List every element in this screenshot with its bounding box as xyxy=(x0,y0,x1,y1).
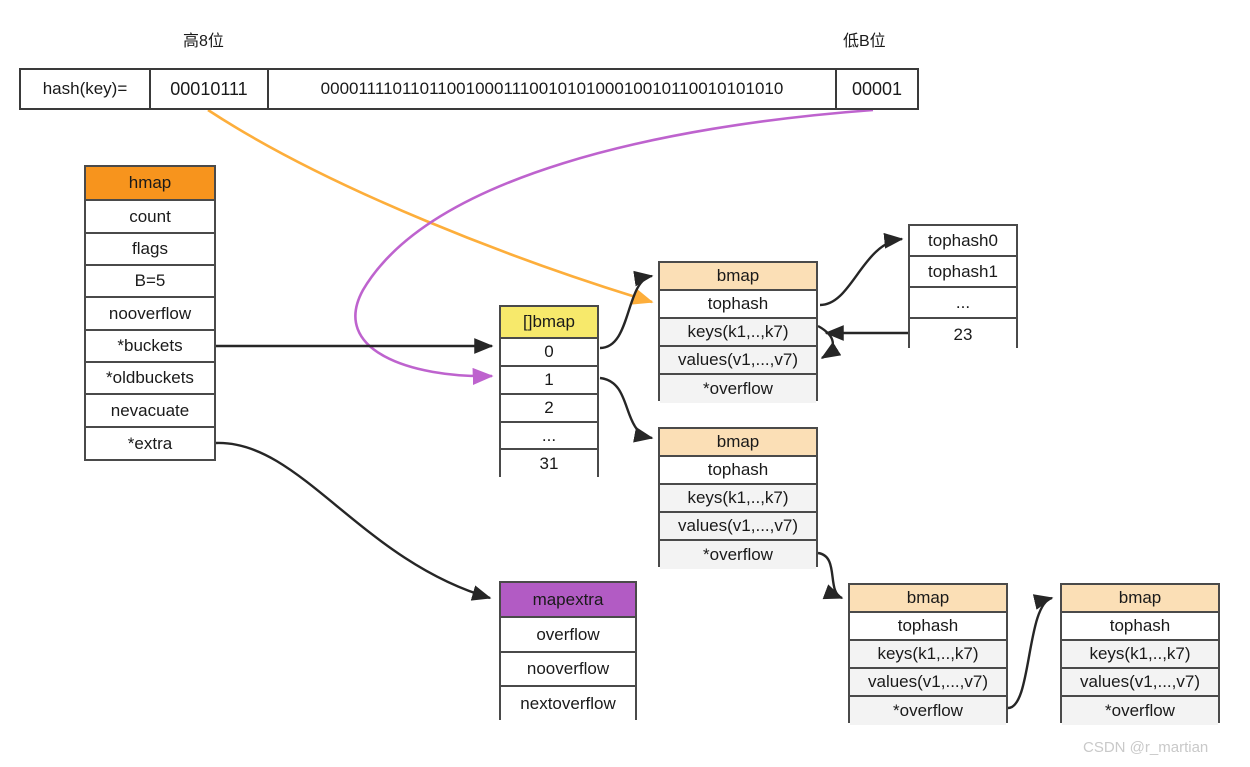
bmap4-field-tophash: tophash xyxy=(1062,613,1218,641)
bmap4-field-values: values(v1,...,v7) xyxy=(1062,669,1218,697)
label-low-b-bits: 低B位 xyxy=(843,33,886,50)
edge-high8-to-tophash xyxy=(207,108,654,305)
bmap1-field-tophash: tophash xyxy=(660,291,816,319)
bmap3-field-overflow: *overflow xyxy=(850,697,1006,725)
bmap4-field-overflow: *overflow xyxy=(1062,697,1218,725)
label-high-8-bits: 高8位 xyxy=(183,33,224,50)
mapextra-field-nextoverflow: nextoverflow xyxy=(501,687,635,720)
bmap4-field-keys: keys(k1,..,k7) xyxy=(1062,641,1218,669)
edge-bmap2-overflow-to-bmap3 xyxy=(817,551,844,600)
mapextra-struct: mapextra overflow nooverflow nextoverflo… xyxy=(499,581,637,720)
bmap-array-entry-2: 2 xyxy=(501,395,597,423)
hash-middle-bits-cell: 0000111101101100100011100101010001001011… xyxy=(267,70,835,108)
bmap1-field-keys: keys(k1,..,k7) xyxy=(660,319,816,347)
bmap-overflow-1: bmap tophash keys(k1,..,k7) values(v1,..… xyxy=(848,583,1008,725)
bmap2-header: bmap xyxy=(660,429,816,457)
edge-bucket0-to-bmap1 xyxy=(599,270,654,350)
bmap4-header: bmap xyxy=(1062,585,1218,613)
bmap-bucket-0: bmap tophash keys(k1,..,k7) values(v1,..… xyxy=(658,261,818,403)
hmap-field-oldbuckets: *oldbuckets xyxy=(86,363,214,395)
hash-low-bits-cell: 00001 xyxy=(835,70,917,108)
bmap-bucket-1: bmap tophash keys(k1,..,k7) values(v1,..… xyxy=(658,427,818,569)
tophash-detail-entry-1: tophash1 xyxy=(910,257,1016,288)
hmap-field-extra: *extra xyxy=(86,428,214,459)
edge-bmap3-overflow-to-bmap4 xyxy=(1007,594,1054,710)
mapextra-field-overflow: overflow xyxy=(501,618,635,653)
tophash-detail-entry-0: tophash0 xyxy=(910,226,1016,257)
bmap2-field-overflow: *overflow xyxy=(660,541,816,569)
bmap-array-entry-1: 1 xyxy=(501,367,597,395)
hmap-field-b: B=5 xyxy=(86,266,214,298)
hash-key-bar: hash(key)= 00010111 00001111011011001000… xyxy=(19,68,919,110)
bmap2-field-tophash: tophash xyxy=(660,457,816,485)
edge-extra-to-mapextra xyxy=(215,441,492,601)
hmap-field-nevacuate: nevacuate xyxy=(86,395,214,428)
bmap3-field-values: values(v1,...,v7) xyxy=(850,669,1006,697)
bmap1-field-overflow: *overflow xyxy=(660,375,816,403)
bmap2-field-keys: keys(k1,..,k7) xyxy=(660,485,816,513)
hmap-header: hmap xyxy=(86,167,214,201)
bmap3-field-tophash: tophash xyxy=(850,613,1006,641)
hmap-field-buckets: *buckets xyxy=(86,331,214,363)
mapextra-field-nooverflow: nooverflow xyxy=(501,653,635,687)
hmap-field-nooverflow: nooverflow xyxy=(86,298,214,331)
hmap-field-flags: flags xyxy=(86,234,214,266)
diagram-canvas: 高8位 低B位 hash(key)= 00010111 000011110110… xyxy=(0,0,1250,767)
bmap-array-header: []bmap xyxy=(501,307,597,339)
bmap-array-entry-31: 31 xyxy=(501,450,597,477)
bmap2-field-values: values(v1,...,v7) xyxy=(660,513,816,541)
bmap3-field-keys: keys(k1,..,k7) xyxy=(850,641,1006,669)
tophash-detail-entry-ellipsis: ... xyxy=(910,288,1016,319)
bmap-array: []bmap 0 1 2 ... 31 xyxy=(499,305,599,477)
hmap-field-count: count xyxy=(86,201,214,234)
hash-high-bits-cell: 00010111 xyxy=(149,70,267,108)
tophash-detail: tophash0 tophash1 ... 23 xyxy=(908,224,1018,350)
edge-bucket1-to-bmap2 xyxy=(599,376,654,443)
tophash-detail-entry-23: 23 xyxy=(910,319,1016,350)
watermark-text: CSDN @r_martian xyxy=(1083,739,1209,756)
bmap1-field-values: values(v1,...,v7) xyxy=(660,347,816,375)
mapextra-header: mapextra xyxy=(501,583,635,618)
hmap-struct: hmap count flags B=5 nooverflow *buckets… xyxy=(84,165,216,461)
hash-prefix-cell: hash(key)= xyxy=(42,79,128,98)
bmap-array-entry-ellipsis: ... xyxy=(501,423,597,450)
bmap3-header: bmap xyxy=(850,585,1006,613)
edge-tophash-to-detail xyxy=(819,232,904,307)
bmap1-header: bmap xyxy=(660,263,816,291)
bmap-array-entry-0: 0 xyxy=(501,339,597,367)
edge-keys-to-values xyxy=(817,324,842,360)
bmap-overflow-2: bmap tophash keys(k1,..,k7) values(v1,..… xyxy=(1060,583,1220,725)
